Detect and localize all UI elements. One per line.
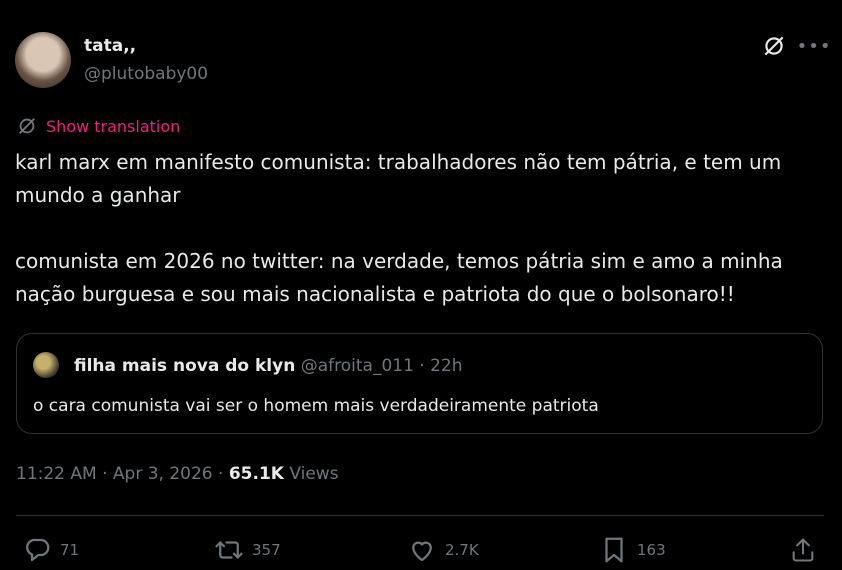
tweet-paragraph-1: karl marx em manifesto comunista: trabal… — [15, 150, 788, 207]
action-bar: 71 357 2.7K 163 — [0, 535, 842, 567]
tweet-text: karl marx em manifesto comunista: trabal… — [15, 146, 830, 311]
author-avatar[interactable] — [15, 32, 71, 88]
bookmark-icon — [599, 535, 629, 565]
quote-author-name: filha mais nova do klyn — [74, 356, 296, 376]
author-name[interactable]: tata,, — [84, 36, 136, 56]
quote-header: filha mais nova do klyn @afroita_011 · 2… — [74, 356, 463, 376]
like-count: 2.7K — [445, 541, 479, 559]
quote-avatar — [33, 352, 59, 378]
share-button[interactable] — [789, 535, 817, 565]
quote-handle-time: @afroita_011 · 22h — [300, 356, 463, 376]
quote-text: o cara comunista vai ser o homem mais ve… — [33, 396, 599, 416]
view-count: 65.1K — [228, 464, 284, 484]
like-button[interactable]: 2.7K — [407, 535, 479, 565]
show-translation-link[interactable]: Show translation — [16, 115, 180, 137]
share-icon — [789, 535, 817, 565]
author-handle[interactable]: @plutobaby00 — [84, 64, 208, 84]
views-label: Views — [283, 464, 339, 484]
tweet-paragraph-2: comunista em 2026 no twitter: na verdade… — [15, 249, 790, 306]
translate-icon — [16, 115, 38, 137]
more-icon[interactable]: ••• — [797, 32, 831, 60]
divider — [16, 515, 824, 516]
repost-icon — [214, 535, 244, 565]
bookmark-button[interactable]: 163 — [599, 535, 666, 565]
show-translation-label: Show translation — [46, 116, 181, 136]
timestamp[interactable]: 11:22 AM · Apr 3, 2026 · — [16, 464, 229, 484]
quoted-tweet[interactable]: filha mais nova do klyn @afroita_011 · 2… — [16, 333, 823, 434]
like-icon — [407, 535, 437, 565]
reply-button[interactable]: 71 — [22, 535, 79, 565]
reply-count: 71 — [60, 541, 80, 559]
reply-icon — [22, 535, 52, 565]
repost-count: 357 — [252, 541, 281, 559]
bookmark-count: 163 — [637, 541, 666, 559]
repost-button[interactable]: 357 — [214, 535, 281, 565]
tweet-meta: 11:22 AM · Apr 3, 2026 · 65.1K Views — [16, 464, 339, 484]
grok-icon[interactable] — [760, 32, 788, 60]
